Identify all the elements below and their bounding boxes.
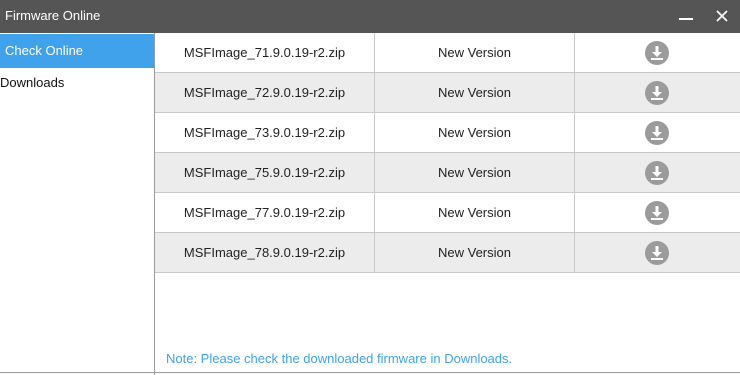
download-icon [651,86,663,100]
download-icon [651,126,663,140]
download-button[interactable] [645,201,669,225]
close-icon [716,10,728,22]
filename-cell: MSFImage_73.9.0.19-r2.zip [155,113,375,152]
download-button[interactable] [645,241,669,265]
sidebar-item-label: Downloads [0,75,65,90]
status-cell: New Version [375,113,575,152]
table-row: MSFImage_73.9.0.19-r2.zip New Version [155,113,740,153]
status-cell: New Version [375,73,575,112]
sidebar-item-downloads[interactable]: Downloads [0,66,154,100]
download-button[interactable] [645,81,669,105]
download-icon [651,166,663,180]
downloads-note: Note: Please check the downloaded firmwa… [166,351,513,366]
filename-cell: MSFImage_72.9.0.19-r2.zip [155,73,375,112]
download-icon [651,46,663,60]
window-bottom-border [0,372,740,373]
window-title: Firmware Online [5,8,101,23]
table-row: MSFImage_78.9.0.19-r2.zip New Version [155,233,740,273]
sidebar: Check Online Downloads [0,33,155,375]
download-icon [651,206,663,220]
status-cell: New Version [375,233,575,272]
title-bar: Firmware Online [0,0,740,33]
status-cell: New Version [375,153,575,192]
table-row: MSFImage_75.9.0.19-r2.zip New Version [155,153,740,193]
minimize-button[interactable] [674,4,698,28]
filename-cell: MSFImage_78.9.0.19-r2.zip [155,233,375,272]
download-icon [651,246,663,260]
sidebar-item-check-online[interactable]: Check Online [0,34,154,68]
status-cell: New Version [375,193,575,232]
table-row: MSFImage_72.9.0.19-r2.zip New Version [155,73,740,113]
table-row: MSFImage_77.9.0.19-r2.zip New Version [155,193,740,233]
sidebar-item-label: Check Online [5,43,84,58]
firmware-list: MSFImage_71.9.0.19-r2.zip New Version MS… [155,33,740,373]
download-button[interactable] [645,41,669,65]
firmware-online-window: Firmware Online Check Online Downloads M… [0,0,740,375]
download-button[interactable] [645,121,669,145]
status-cell: New Version [375,33,575,72]
minimize-icon [679,18,693,20]
table-row: MSFImage_71.9.0.19-r2.zip New Version [155,33,740,73]
download-button[interactable] [645,161,669,185]
close-button[interactable] [710,4,734,28]
filename-cell: MSFImage_75.9.0.19-r2.zip [155,153,375,192]
filename-cell: MSFImage_71.9.0.19-r2.zip [155,33,375,72]
filename-cell: MSFImage_77.9.0.19-r2.zip [155,193,375,232]
